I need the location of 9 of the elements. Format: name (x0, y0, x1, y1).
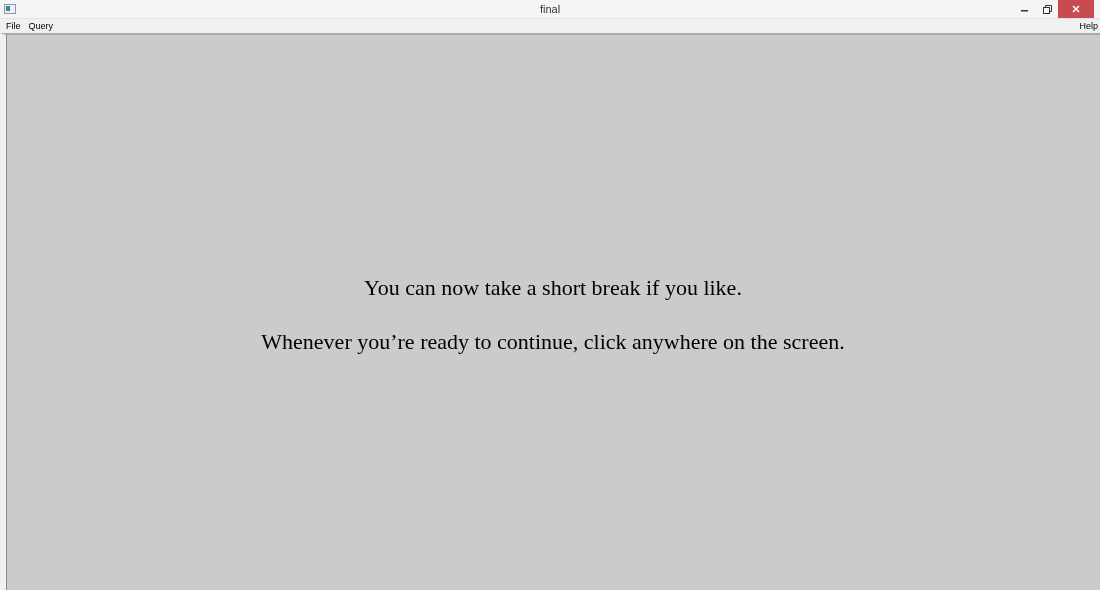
restore-icon (1042, 4, 1052, 14)
menu-item[interactable]: File (6, 21, 21, 31)
close-icon (1072, 5, 1080, 13)
app-icon (4, 4, 16, 14)
message-text: You can now take a short break if you like. (364, 274, 742, 302)
menu-item[interactable]: Help (1079, 21, 1098, 31)
menu-item[interactable]: Query (28, 21, 54, 31)
window-title: final (539, 3, 561, 15)
message-text: Whenever you’re ready to continue, click anywhere on the screen. (261, 328, 845, 356)
